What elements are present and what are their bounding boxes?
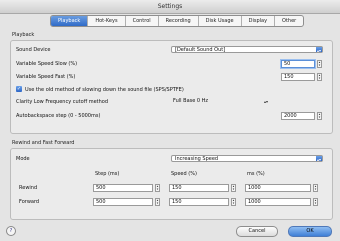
clarity-popup[interactable]: Full Base 0 Hz ▴▾	[173, 98, 268, 105]
rewind-group: Mode Increasing Speed ▴▾ Step (ms) Speed…	[10, 148, 333, 220]
rewind-step-input[interactable]: 500	[93, 184, 153, 192]
tab-recording[interactable]: Recording	[159, 16, 199, 26]
help-button[interactable]: ?	[6, 226, 16, 236]
tab-bar: Playback Hot-Keys Control Recording Disk…	[50, 15, 305, 27]
var-fast-label: Variable Speed Fast (%)	[16, 74, 76, 80]
forward-ms-input[interactable]: 1000	[245, 198, 311, 206]
ok-button[interactable]: OK	[288, 226, 332, 237]
var-fast-stepper[interactable]: ▴ ▾	[317, 73, 322, 81]
tab-hot-keys[interactable]: Hot-Keys	[88, 16, 126, 26]
col-step-header: Step (ms)	[95, 171, 120, 177]
rewind-speed-input[interactable]: 150	[169, 184, 229, 192]
autobackspace-label: Autobackspace step (0 - 5000ms)	[16, 113, 101, 119]
playback-group: Sound Device [Default Sound Out] ▴▾ Vari…	[10, 40, 333, 134]
clarity-label: Clarity Low Frequency cutoff method	[16, 99, 109, 105]
rewind-group-title: Rewind and Fast Forward	[12, 140, 75, 146]
col-ms-header: ms (%)	[247, 171, 265, 177]
select-arrows-icon: ▴▾	[316, 47, 322, 53]
select-arrows-icon: ▴▾	[316, 156, 322, 162]
forward-step-input[interactable]: 500	[93, 198, 153, 206]
var-slow-input[interactable]: 50	[281, 60, 315, 68]
autobackspace-input[interactable]: 2000	[281, 112, 315, 120]
tab-display[interactable]: Display	[242, 16, 276, 26]
sound-device-value: [Default Sound Out]	[175, 47, 226, 53]
forward-row-label: Forward	[19, 199, 40, 205]
sps-label: Use the old method of slowing down the s…	[25, 87, 184, 93]
forward-ms-stepper[interactable]: ▴ ▾	[313, 198, 318, 206]
forward-step-stepper[interactable]: ▴ ▾	[155, 198, 160, 206]
playback-group-title: Playback	[12, 32, 35, 38]
rewind-step-stepper[interactable]: ▴ ▾	[155, 184, 160, 192]
sound-device-label: Sound Device	[16, 47, 51, 53]
rewind-ms-input[interactable]: 1000	[245, 184, 311, 192]
cancel-button[interactable]: Cancel	[236, 226, 278, 237]
tab-other[interactable]: Other	[275, 16, 303, 26]
var-slow-stepper[interactable]: ▴ ▾	[317, 60, 322, 68]
mode-select[interactable]: Increasing Speed ▴▾	[171, 155, 323, 162]
sps-checkbox[interactable]: ✓	[16, 86, 22, 92]
var-slow-label: Variable Speed Slow (%)	[16, 61, 78, 67]
window-title: Settings	[0, 0, 340, 14]
mode-label: Mode	[16, 156, 30, 162]
mode-value: Increasing Speed	[175, 156, 219, 162]
rewind-speed-stepper[interactable]: ▴ ▾	[231, 184, 236, 192]
autobackspace-stepper[interactable]: ▴ ▾	[317, 112, 322, 120]
tab-playback[interactable]: Playback	[51, 16, 89, 26]
rewind-ms-stepper[interactable]: ▴ ▾	[313, 184, 318, 192]
forward-speed-stepper[interactable]: ▴ ▾	[231, 198, 236, 206]
tab-disk-usage[interactable]: Disk Usage	[199, 16, 242, 26]
col-speed-header: Speed (%)	[171, 171, 197, 177]
sound-device-select[interactable]: [Default Sound Out] ▴▾	[171, 46, 323, 53]
popup-arrows-icon: ▴▾	[263, 99, 268, 104]
var-fast-input[interactable]: 150	[281, 73, 315, 81]
clarity-value: Full Base 0 Hz	[173, 98, 209, 104]
forward-speed-input[interactable]: 150	[169, 198, 229, 206]
tab-control[interactable]: Control	[126, 16, 159, 26]
rewind-row-label: Rewind	[19, 185, 38, 191]
